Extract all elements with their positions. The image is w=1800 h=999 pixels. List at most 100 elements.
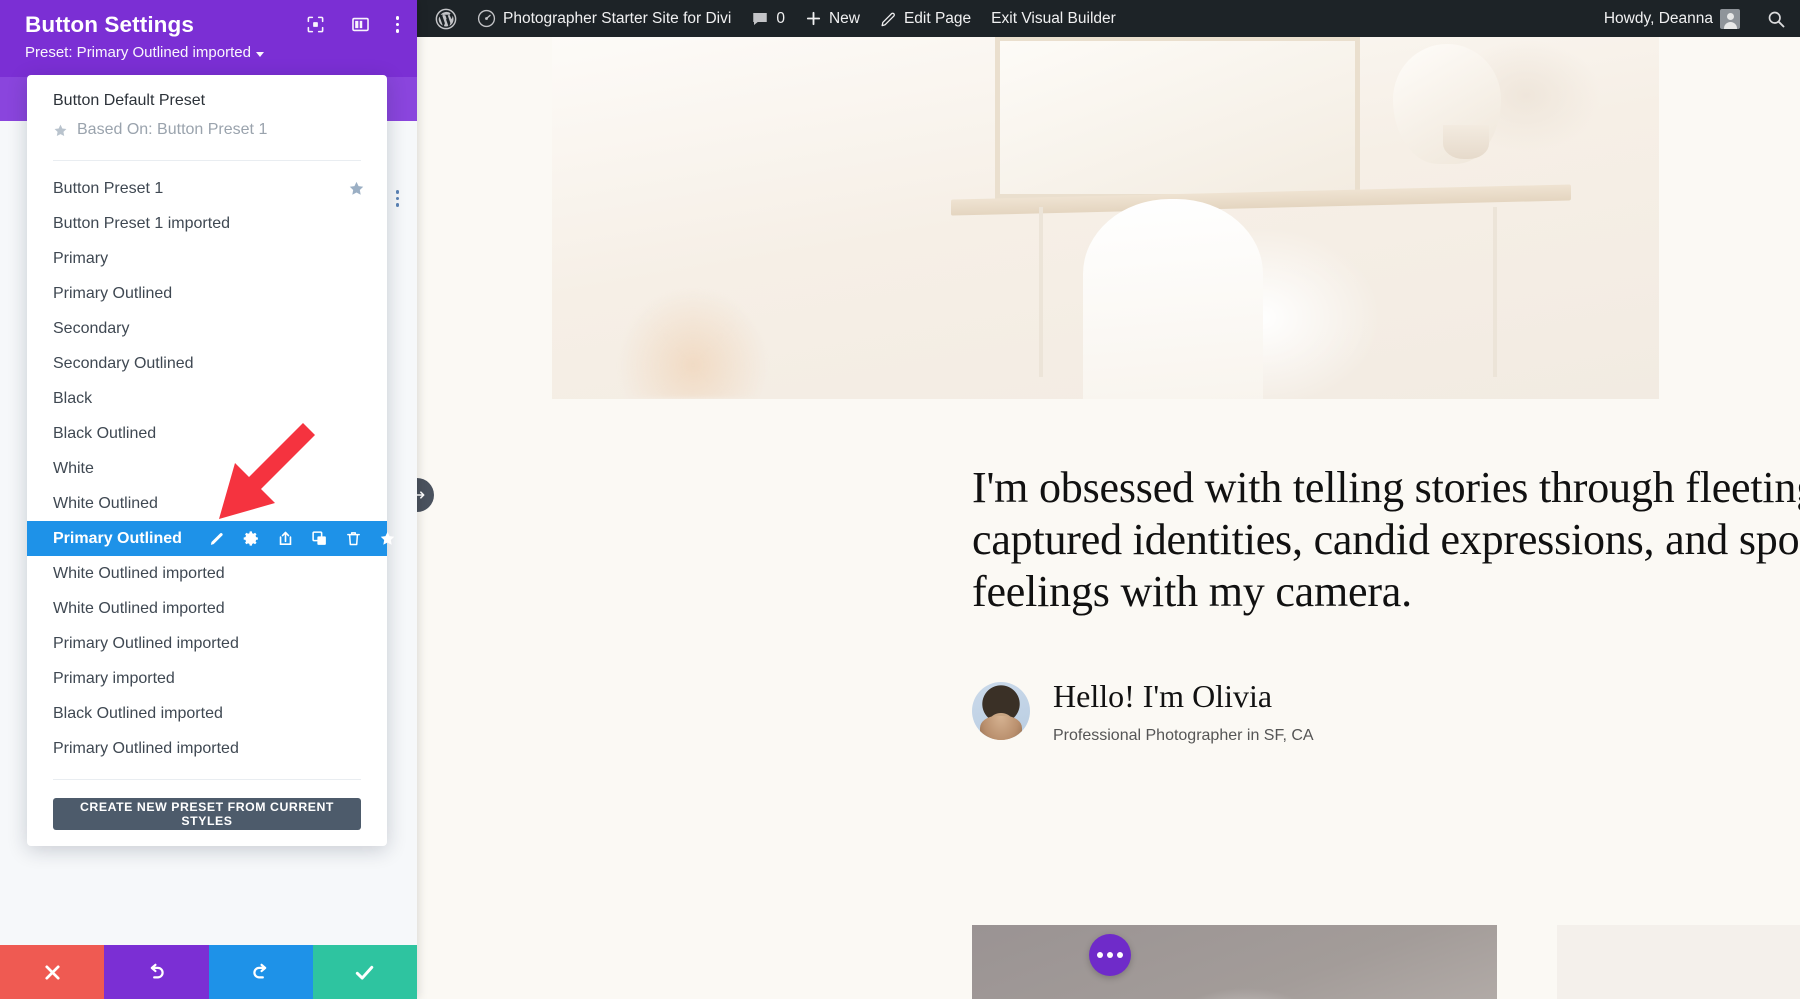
panel-header: Button Settings Preset: Primary Outlined…	[0, 0, 417, 77]
preset-list-item[interactable]: Primary	[27, 241, 387, 276]
preset-item-label: Secondary	[53, 320, 130, 338]
profile-avatar	[972, 682, 1030, 740]
preset-list-item[interactable]: Black Outlined imported	[27, 696, 387, 731]
redo-arrow-icon	[250, 961, 272, 983]
profile-name: Hello! I'm Olivia	[1053, 678, 1314, 715]
search-icon[interactable]	[1766, 9, 1786, 29]
my-account-menu[interactable]: Howdy, Deanna	[1594, 0, 1750, 37]
preset-dropdown: Button Default Preset Based On: Button P…	[27, 75, 387, 846]
undo-button[interactable]	[104, 945, 208, 999]
cancel-button[interactable]	[0, 945, 104, 999]
preset-item-label: White Outlined	[53, 495, 158, 513]
dot	[396, 29, 400, 33]
hero-pampas-grass	[618, 288, 768, 398]
star-icon[interactable]	[348, 180, 365, 197]
preset-list: Button Preset 1 Button Preset 1 imported P…	[27, 161, 387, 766]
page-preview: I'm obsessed with telling stories throug…	[417, 37, 1800, 999]
preset-list-item[interactable]: White Outlined imported	[27, 591, 387, 626]
preset-item-label: Primary imported	[53, 670, 175, 688]
default-preset-title: Button Default Preset	[53, 92, 361, 110]
panel-header-actions	[306, 15, 400, 34]
preset-item-label: Black Outlined	[53, 425, 156, 443]
star-icon	[53, 123, 68, 138]
gallery-image-left	[972, 925, 1497, 999]
row-options-dots-icon[interactable]	[396, 190, 400, 207]
preset-list-item[interactable]: White Outlined imported	[27, 556, 387, 591]
create-new-preset-button[interactable]: CREATE NEW PRESET FROM CURRENT STYLES	[53, 798, 361, 830]
hero-table-leg-left	[1039, 207, 1043, 377]
divi-settings-fab[interactable]	[1089, 934, 1131, 976]
new-label: New	[829, 10, 860, 28]
site-name-label: Photographer Starter Site for Divi	[503, 10, 731, 28]
focus-target-icon[interactable]	[306, 15, 325, 34]
preset-list-item[interactable]: Secondary	[27, 311, 387, 346]
preset-list-item[interactable]: White	[27, 451, 387, 486]
layout-panel-icon[interactable]	[351, 15, 370, 34]
dot	[396, 190, 400, 194]
preset-item-label: Button Preset 1 imported	[53, 215, 230, 233]
wordpress-logo-icon	[435, 8, 457, 30]
horizontal-dots-icon	[1107, 952, 1113, 958]
gear-icon[interactable]	[243, 530, 260, 547]
preset-list-item[interactable]: Primary Outlined	[27, 276, 387, 311]
preset-list-item[interactable]: Primary Outlined imported	[27, 626, 387, 661]
comments-count: 0	[776, 10, 785, 28]
new-content-menu[interactable]: New	[795, 0, 870, 37]
pencil-icon[interactable]	[209, 530, 226, 547]
exit-visual-builder-button[interactable]: Exit Visual Builder	[981, 0, 1126, 37]
site-name-menu[interactable]: Photographer Starter Site for Divi	[467, 0, 741, 37]
save-button[interactable]	[313, 945, 417, 999]
preset-list-item[interactable]: White Outlined	[27, 486, 387, 521]
preset-item-label: Primary Outlined	[53, 285, 172, 303]
preset-list-item[interactable]: Black	[27, 381, 387, 416]
star-icon[interactable]	[379, 530, 396, 547]
duplicate-icon[interactable]	[311, 530, 328, 547]
preset-item-label: White Outlined imported	[53, 600, 225, 618]
edit-page-label: Edit Page	[904, 10, 971, 28]
profile-block: Hello! I'm Olivia Professional Photograp…	[972, 682, 1800, 745]
profile-text-group: Hello! I'm Olivia Professional Photograp…	[1053, 682, 1314, 745]
pencil-icon	[880, 10, 897, 27]
horizontal-dots-icon	[1097, 952, 1103, 958]
admin-bar-left-group: Photographer Starter Site for Divi 0 New…	[417, 0, 1126, 37]
page-quote-heading: I'm obsessed with telling stories throug…	[972, 462, 1800, 618]
hero-vase-foot	[1443, 125, 1489, 159]
preset-list-item[interactable]: Button Preset 1 imported	[27, 206, 387, 241]
preset-item-label: Black Outlined imported	[53, 705, 223, 723]
panel-action-bar	[0, 945, 417, 999]
preset-list-item[interactable]: Primary imported	[27, 661, 387, 696]
dashboard-icon	[477, 9, 496, 28]
preset-item-label: Primary Outlined imported	[53, 635, 239, 653]
export-icon[interactable]	[277, 530, 294, 547]
preset-list-item[interactable]: Primary Outlined imported	[27, 731, 387, 766]
redo-button[interactable]	[209, 945, 313, 999]
close-x-icon	[42, 962, 63, 983]
checkmark-icon	[353, 961, 376, 984]
dot	[396, 197, 400, 201]
preset-list-item[interactable]: Button Preset 1	[27, 171, 387, 206]
admin-bar-right-group: Howdy, Deanna	[1594, 0, 1800, 37]
undo-arrow-icon	[145, 961, 167, 983]
preset-list-item[interactable]: Primary Outlined	[27, 521, 387, 556]
wordpress-logo-button[interactable]	[425, 0, 467, 37]
hero-chair	[1083, 199, 1263, 399]
screen-root: Photographer Starter Site for Divi 0 New…	[0, 0, 1800, 999]
exit-visual-builder-label: Exit Visual Builder	[991, 10, 1116, 28]
dot	[396, 16, 400, 20]
edit-page-button[interactable]: Edit Page	[870, 0, 981, 37]
default-preset-block[interactable]: Button Default Preset Based On: Button P…	[27, 75, 387, 152]
preset-item-label: Primary Outlined	[53, 530, 182, 548]
profile-subtitle: Professional Photographer in SF, CA	[1053, 727, 1314, 745]
comments-menu[interactable]: 0	[741, 0, 795, 37]
preset-item-label: Primary Outlined imported	[53, 740, 239, 758]
gallery-image-right	[1557, 925, 1800, 999]
preset-list-item[interactable]: Black Outlined	[27, 416, 387, 451]
dot	[396, 203, 400, 207]
avatar	[1720, 9, 1740, 29]
hero-picture-frame	[995, 37, 1360, 199]
preset-list-item[interactable]: Secondary Outlined	[27, 346, 387, 381]
preset-selector[interactable]: Preset: Primary Outlined imported	[25, 44, 264, 61]
vertical-dots-icon[interactable]	[396, 16, 400, 33]
wp-admin-bar: Photographer Starter Site for Divi 0 New…	[417, 0, 1800, 37]
trash-icon[interactable]	[345, 530, 362, 547]
